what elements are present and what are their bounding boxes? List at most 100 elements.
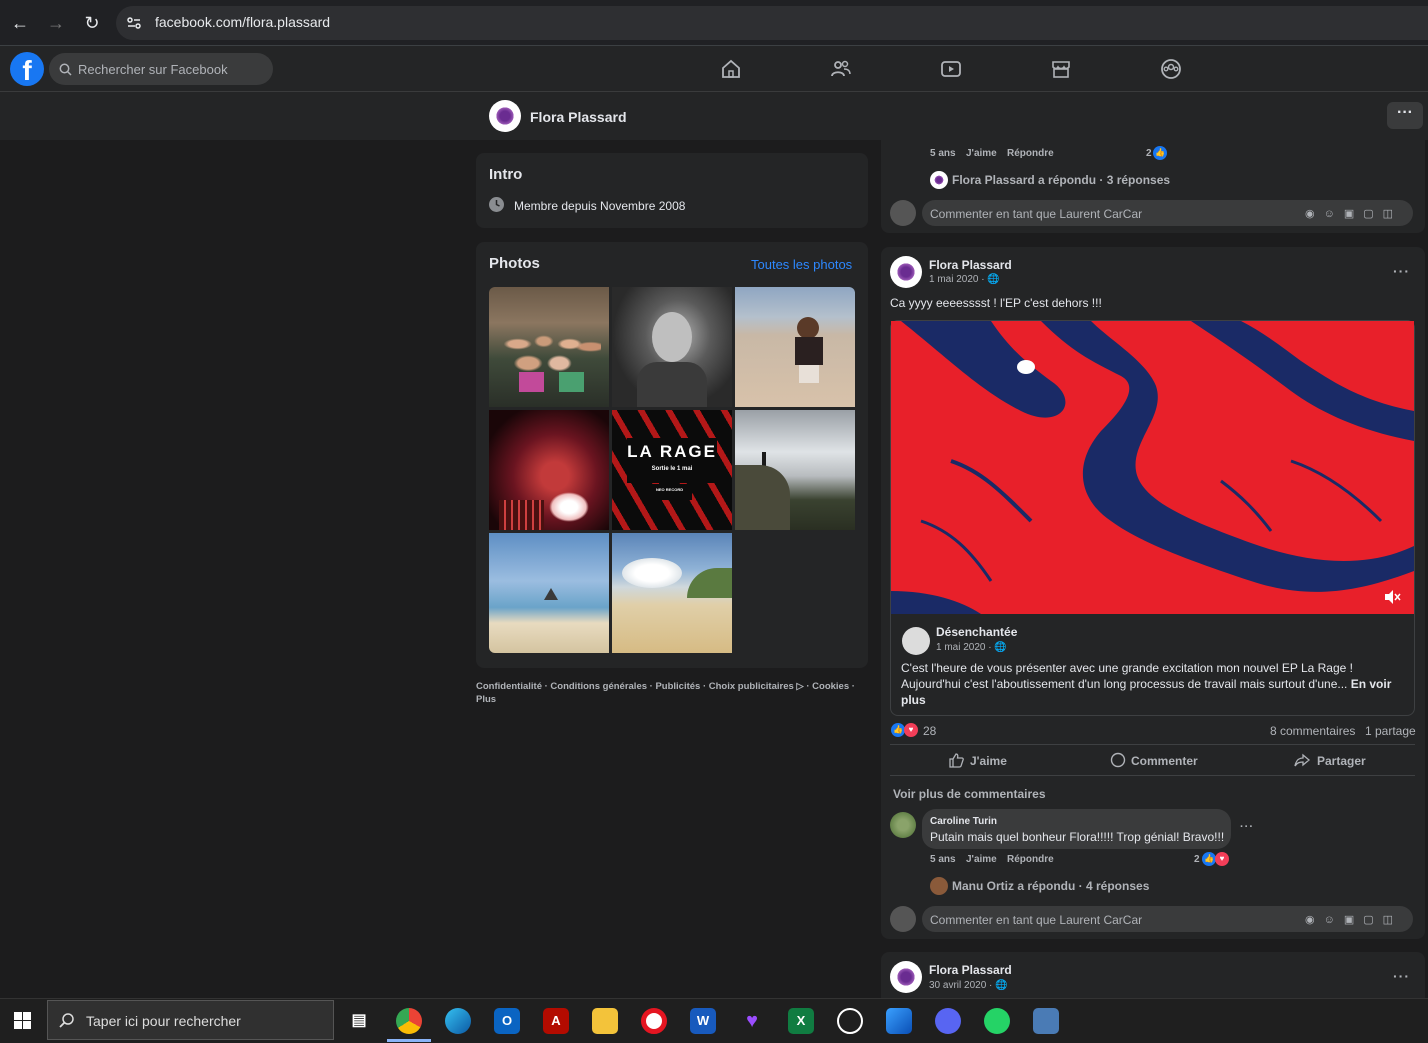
shared-date[interactable]: 1 mai 2020 · 🌐	[936, 642, 1007, 653]
shared-author-avatar[interactable]	[902, 627, 930, 655]
reply-avatar	[930, 171, 948, 189]
photos-title: Photos	[489, 255, 540, 272]
share-button[interactable]: Partager	[1317, 754, 1366, 768]
search-icon	[59, 63, 72, 76]
prev-replies-link[interactable]: Flora Plassard a répondu · 3 réponses	[952, 173, 1170, 187]
chrome-icon[interactable]	[396, 1008, 422, 1034]
shared-author[interactable]: Désenchantée	[936, 625, 1017, 639]
whatsapp-icon[interactable]	[984, 1008, 1010, 1034]
post-date[interactable]: 1 mai 2020 · 🌐	[929, 274, 1000, 285]
divider	[890, 775, 1415, 776]
commenter-avatar	[890, 200, 916, 226]
photo-boat-sea[interactable]	[489, 533, 609, 653]
marketplace-icon[interactable]	[1050, 58, 1072, 80]
clock-icon	[489, 197, 504, 212]
video-player[interactable]	[891, 321, 1414, 614]
shared-date-text: 1 mai 2020 ·	[936, 642, 995, 653]
excel-icon[interactable]: X	[788, 1008, 814, 1034]
post-options-icon[interactable]: ···	[1393, 263, 1410, 279]
photo-dune[interactable]	[612, 533, 732, 653]
profile-name[interactable]: Flora Plassard	[530, 109, 627, 125]
profile-more-button[interactable]: ···	[1387, 102, 1423, 129]
comment-icon[interactable]	[1110, 752, 1126, 768]
comments-count[interactable]: 8 commentaires	[1270, 724, 1355, 738]
comment-options-icon[interactable]: ···	[1240, 821, 1254, 833]
footer-links[interactable]: Confidentialité · Conditions générales ·…	[476, 680, 868, 706]
photo-beach-child[interactable]	[735, 287, 855, 407]
profile-sticky-header	[0, 92, 1428, 140]
prev-comment-placeholder: Commenter en tant que Laurent CarCar	[930, 207, 1143, 221]
next-post-avatar[interactable]	[890, 961, 922, 993]
heart-app-icon[interactable]: ♥	[739, 1008, 765, 1034]
task-view-icon[interactable]: ▤	[346, 1008, 372, 1034]
la-rage-title: LA RAGE	[627, 442, 717, 461]
photo-landscape-hike[interactable]	[735, 410, 855, 530]
photo-concert[interactable]	[489, 410, 609, 530]
windows-start-icon[interactable]	[14, 1012, 31, 1029]
comment-author[interactable]: Caroline Turin	[930, 816, 997, 827]
all-photos-link[interactable]: Toutes les photos	[751, 257, 852, 272]
comment-placeholder: Commenter en tant que Laurent CarCar	[930, 913, 1143, 927]
comment-reply[interactable]: Répondre	[1007, 854, 1054, 865]
calculator-icon[interactable]	[1033, 1008, 1059, 1034]
next-post-date[interactable]: 30 avril 2020 · 🌐	[929, 980, 1008, 991]
shared-text-body: C'est l'heure de vous présenter avec une…	[901, 661, 1353, 691]
groups-icon[interactable]	[1160, 58, 1182, 80]
photo-portrait-bw[interactable]	[612, 287, 732, 407]
like-icon[interactable]	[948, 752, 964, 768]
profile-avatar[interactable]	[489, 100, 521, 132]
file-explorer-icon[interactable]	[592, 1008, 618, 1034]
replies-link[interactable]: Manu Ortiz a répondu · 4 réponses	[952, 879, 1149, 893]
comment-like[interactable]: J'aime	[966, 854, 997, 865]
mute-icon[interactable]	[1383, 589, 1401, 605]
home-icon[interactable]	[720, 58, 742, 80]
see-more-comments[interactable]: Voir plus de commentaires	[893, 787, 1046, 801]
globe-icon: 🌐	[995, 980, 1008, 991]
la-rage-subtitle: Sortie le 1 mai	[651, 466, 693, 472]
chatgpt-icon[interactable]	[837, 1008, 863, 1034]
word-icon[interactable]: W	[690, 1008, 716, 1034]
comment-time: 5 ans	[930, 854, 956, 865]
next-post-author[interactable]: Flora Plassard	[929, 963, 1012, 977]
comment-button[interactable]: Commenter	[1131, 754, 1198, 768]
comment-tools-icons[interactable]: ◉☺▣▢◫	[1305, 207, 1402, 220]
opera-icon[interactable]	[641, 1008, 667, 1034]
acrobat-icon[interactable]: A	[543, 1008, 569, 1034]
post-author-avatar[interactable]	[890, 256, 922, 288]
facebook-logo-icon[interactable]: f	[10, 52, 44, 86]
prev-comment-reaction-count: 2	[1146, 148, 1152, 159]
photos-app-icon[interactable]	[886, 1008, 912, 1034]
photo-group[interactable]	[489, 287, 609, 407]
site-info-icon[interactable]	[126, 15, 142, 31]
prev-comment-like[interactable]: J'aime	[966, 148, 997, 159]
edge-icon[interactable]	[445, 1008, 471, 1034]
friends-icon[interactable]	[830, 58, 852, 80]
comment-text: Putain mais quel bonheur Flora!!!!! Trop…	[930, 830, 1225, 844]
love-reaction-icon: ♥	[1215, 852, 1229, 866]
reload-icon[interactable]: ↻	[80, 11, 104, 35]
shares-count[interactable]: 1 partage	[1365, 724, 1416, 738]
forward-icon[interactable]: →	[44, 11, 68, 35]
back-icon[interactable]: ←	[8, 11, 32, 35]
search-icon	[59, 1013, 74, 1028]
intro-title: Intro	[489, 166, 523, 183]
video-icon[interactable]	[940, 58, 962, 80]
comment-author-avatar[interactable]	[890, 812, 916, 838]
like-button[interactable]: J'aime	[970, 754, 1007, 768]
love-reaction-icon: ♥	[904, 723, 918, 737]
post-text: Ca yyyy eeeesssst ! l'EP c'est dehors !!…	[890, 296, 1102, 310]
like-reaction-icon: 👍	[1202, 852, 1216, 866]
post-author[interactable]: Flora Plassard	[929, 258, 1012, 272]
intro-card	[476, 153, 868, 228]
share-icon[interactable]	[1294, 752, 1310, 768]
like-reaction-icon: 👍	[1153, 146, 1167, 160]
commenter-avatar	[890, 906, 916, 932]
next-post-options-icon[interactable]: ···	[1393, 968, 1410, 984]
prev-comment-reply[interactable]: Répondre	[1007, 148, 1054, 159]
photo-la-rage-cover[interactable]: LA RAGE Sortie le 1 mai NEO RECORD	[612, 410, 732, 530]
discord-icon[interactable]	[935, 1008, 961, 1034]
outlook-icon[interactable]: O	[494, 1008, 520, 1034]
divider	[890, 744, 1415, 745]
comment-tools-icons[interactable]: ◉☺▣▢◫	[1305, 913, 1402, 926]
reaction-count[interactable]: 28	[923, 724, 936, 738]
